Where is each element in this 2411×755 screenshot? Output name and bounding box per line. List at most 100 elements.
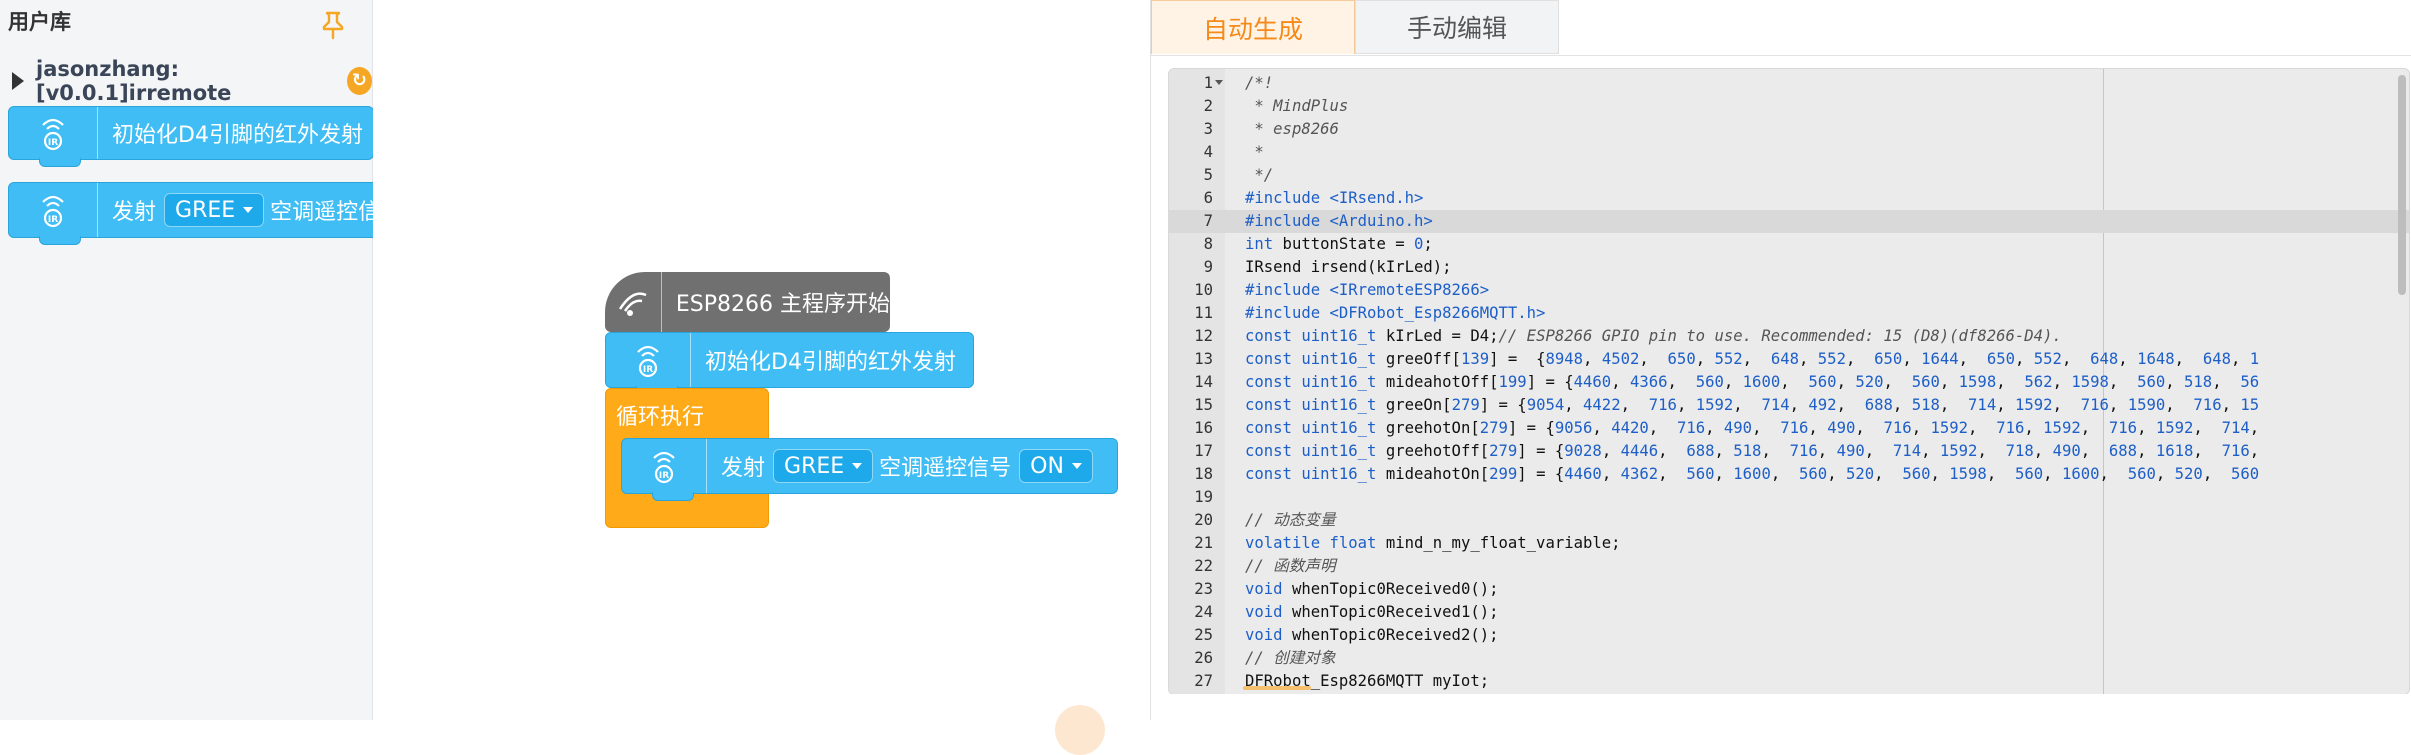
tab-divider [1151,55,2411,56]
chevron-down-icon [243,207,254,213]
extension-row[interactable]: jasonzhang:[v0.0.1]irremote ↻ [12,57,372,105]
code-line[interactable]: 6 #include <IRsend.h> [1169,187,2409,210]
code-text: const uint16_t greehotOn[279] = {9056, 4… [1245,419,2260,437]
line-number: 24 [1194,603,1213,621]
code-text: int buttonState = 0; [1245,235,1433,253]
code-line[interactable]: 14 const uint16_t mideahotOff[199] = {446… [1169,371,2409,394]
code-line[interactable]: 7 #include <Arduino.h> [1169,210,2409,233]
code-line[interactable]: 22 // 函数声明 [1169,555,2409,578]
block-text: 初始化D4引脚的红外发射 [705,350,956,375]
code-line[interactable]: 27 DFRobot_Esp8266MQTT myIot; [1169,670,2409,693]
brand-dropdown[interactable]: GREE [773,449,874,483]
code-line[interactable]: 5 */ [1169,164,2409,187]
code-tab-bar: 自动生成 手动编辑 [1151,0,2411,56]
esp8266-icon [605,272,662,332]
library-init-ir-block[interactable]: IR 初始化D4引脚的红外发射 [8,106,374,167]
workspace-init-ir-block[interactable]: IR 初始化D4引脚的红外发射 [605,332,974,395]
line-number: 23 [1194,580,1213,598]
code-line[interactable]: 8 int buttonState = 0; [1169,233,2409,256]
line-number: 19 [1194,488,1213,506]
line-number: 4 [1203,143,1213,161]
pin-icon[interactable] [320,10,346,40]
brand-value: GREE [175,197,236,223]
ir-remote-icon: IR [9,183,98,237]
line-number: 11 [1194,304,1213,322]
code-text: * esp8266 [1245,120,1339,138]
code-editor[interactable]: 1/*! 2 * MindPlus 3 * esp8266 4 * 5 */6 #incl… [1168,68,2410,695]
brand-dropdown[interactable]: GREE [164,193,265,227]
ir-remote-icon: IR [622,439,707,493]
workspace-send-ir-block[interactable]: IR 发射 GREE 空调遥控信号 ON [621,438,1118,501]
code-line[interactable]: 15 const uint16_t greeOn[279] = {9054, 44… [1169,394,2409,417]
code-text: #include <DFRobot_Esp8266MQTT.h> [1245,304,1546,322]
code-text: volatile float mind_n_my_float_variable; [1245,534,1621,552]
code-line[interactable]: 21 volatile float mind_n_my_float_variabl… [1169,532,2409,555]
code-line[interactable]: 16 const uint16_t greehotOn[279] = {9056,… [1169,417,2409,440]
code-line[interactable]: 4 * [1169,141,2409,164]
vertical-scrollbar[interactable] [2398,75,2406,295]
line-number: 20 [1194,511,1213,529]
code-text: #include <IRsend.h> [1245,189,1424,207]
code-panel: 自动生成 手动编辑 1/*! 2 * MindPlus 3 * esp8266 4 *… [1150,0,2411,720]
tab-auto-generate[interactable]: 自动生成 [1151,0,1355,54]
code-line[interactable]: 13 const uint16_t greeOff[139] = {8948, 4… [1169,348,2409,371]
block-text-signal: 空调遥控信号 [879,456,1012,481]
code-line[interactable]: 11 #include <DFRobot_Esp8266MQTT.h> [1169,302,2409,325]
fold-arrow-icon[interactable] [1215,80,1223,85]
code-text: const uint16_t kIrLed = D4;// ESP8266 GP… [1245,327,2062,345]
line-number: 15 [1194,396,1213,414]
block-text-send: 发射 [112,200,157,225]
refresh-icon[interactable]: ↻ [346,67,372,95]
code-lines: 1/*! 2 * MindPlus 3 * esp8266 4 * 5 */6 #incl… [1169,72,2409,693]
code-text: const uint16_t greeOn[279] = {9054, 4422… [1245,396,2260,414]
code-line[interactable]: 19 [1169,486,2409,509]
brand-value: GREE [784,453,845,479]
code-text: // 创建对象 [1245,649,1336,667]
code-line[interactable]: 26 // 创建对象 [1169,647,2409,670]
code-text: const uint16_t mideahotOn[299] = {4460, … [1245,465,2260,483]
line-number: 7 [1203,212,1213,230]
state-dropdown[interactable]: ON [1019,449,1093,483]
code-line[interactable]: 18 const uint16_t mideahotOn[299] = {4460… [1169,463,2409,486]
code-line[interactable]: 12 const uint16_t kIrLed = D4;// ESP8266 … [1169,325,2409,348]
code-line[interactable]: 10 #include <IRremoteESP8266> [1169,279,2409,302]
library-title: 用户库 [8,10,71,34]
code-text: #include <IRremoteESP8266> [1245,281,1490,299]
chevron-down-icon [1071,463,1082,469]
esp8266-start-block[interactable]: ESP8266 主程序开始 [605,272,890,332]
block-text: 初始化D4引脚的红外发射 [112,123,363,148]
code-text: */ [1245,166,1274,184]
horizontal-scroll-track [1151,694,2411,720]
code-line[interactable]: 25 void whenTopic0Received2(); [1169,624,2409,647]
code-text: // 动态变量 [1245,511,1336,529]
code-line[interactable]: 1 /*! [1169,72,2409,95]
code-line[interactable]: 20 // 动态变量 [1169,509,2409,532]
code-line[interactable]: 23 void whenTopic0Received0(); [1169,578,2409,601]
line-number: 12 [1194,327,1213,345]
code-line[interactable]: 24 void whenTopic0Received1(); [1169,601,2409,624]
tab-manual-edit[interactable]: 手动编辑 [1355,0,1559,54]
code-text: /*! [1245,74,1274,92]
svg-text:IR: IR [48,215,58,225]
code-text: * [1245,143,1264,161]
code-text: #include <Arduino.h> [1245,212,1433,230]
line-number: 3 [1203,120,1213,138]
code-line[interactable]: 9 IRsend irsend(kIrLed); [1169,256,2409,279]
code-text: * MindPlus [1245,97,1349,115]
code-line[interactable]: 3 * esp8266 [1169,118,2409,141]
line-number: 25 [1194,626,1213,644]
svg-text:IR: IR [659,471,669,481]
code-line[interactable]: 2 * MindPlus [1169,95,2409,118]
line-number: 27 [1194,672,1213,690]
line-number: 2 [1203,97,1213,115]
code-text: const uint16_t greeOff[139] = {8948, 450… [1245,350,2260,368]
chevron-down-icon [852,463,863,469]
code-text: void whenTopic0Received2(); [1245,626,1499,644]
block-text-send: 发射 [721,456,766,481]
line-number: 1 [1203,74,1213,92]
line-number: 10 [1194,281,1213,299]
line-number: 16 [1194,419,1213,437]
code-line[interactable]: 17 const uint16_t greehotOff[279] = {9028… [1169,440,2409,463]
horizontal-scrollbar[interactable] [1243,686,1311,690]
expand-arrow-icon[interactable] [12,72,24,90]
